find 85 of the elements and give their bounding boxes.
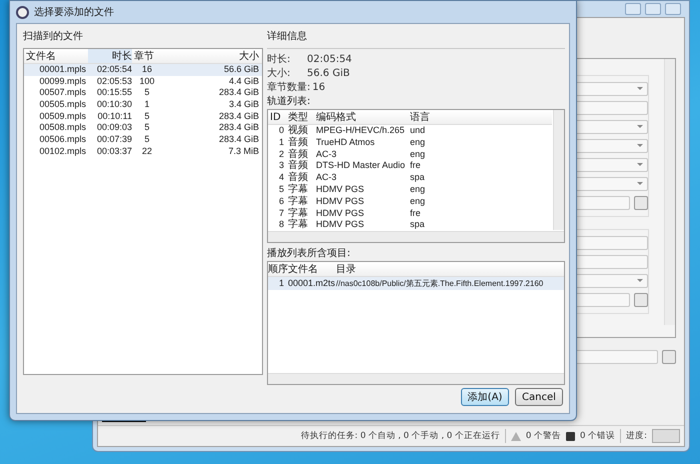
track-language: eng [410, 184, 426, 196]
file-name: 00506.mpls [38, 134, 86, 146]
track-type: 音频 [288, 160, 309, 172]
duration: 00:15:55 [96, 87, 132, 100]
section-title: 扫描到的文件 [23, 30, 84, 44]
track-id: 2 [278, 148, 284, 160]
track-type: 字幕 [288, 184, 309, 196]
track-type: 音频 [288, 172, 309, 184]
file-name: 00508.mpls [38, 122, 86, 134]
track-codec: HDMV PGS [316, 196, 366, 208]
track-language: fre [410, 160, 422, 172]
window-title: 选择要添加的文件 [34, 6, 114, 19]
track-type: 字幕 [288, 208, 309, 219]
track-codec: HDMV PGS [316, 208, 366, 220]
track-codec: HDMV PGS [316, 219, 366, 230]
track-language: spa [410, 219, 426, 230]
warning-count: 0 个警告 [526, 430, 561, 442]
duration: 00:07:39 [96, 134, 132, 146]
track-language: eng [410, 148, 426, 160]
file-name: 00509.mpls [38, 110, 86, 122]
track-codec: TrueHD Atmos [316, 136, 376, 149]
track-type: 视频 [288, 125, 309, 136]
file-size: 283.4 GiB [218, 87, 259, 100]
file-size: 283.4 GiB [218, 134, 259, 146]
chapter-count: 5 [143, 87, 150, 100]
track-language: fre [410, 208, 422, 220]
track-id: 3 [278, 160, 284, 172]
chapter-count: 22 [140, 146, 153, 158]
item-directory: //nas0c108b/Public/第五元素.The.Fifth.Element.1997.2160 [336, 278, 544, 290]
track-id: 6 [278, 196, 284, 208]
track-type: 字幕 [288, 219, 309, 230]
file-size: 7.3 MiB [227, 146, 259, 158]
file-name: 00001.mpls [38, 64, 86, 76]
track-language: eng [410, 196, 426, 208]
track-codec: AC-3 [316, 172, 338, 184]
field-value: 16 [312, 81, 326, 95]
track-codec: MPEG-H/HEVC/h.265 [316, 125, 406, 137]
chapter-count: 16 [140, 64, 153, 76]
file-name: 00099.mpls [38, 76, 86, 88]
file-size: 3.4 GiB [228, 99, 259, 111]
field-label: 大小: [267, 67, 292, 81]
tracks-label: 轨道列表: [267, 95, 312, 109]
file-size: 56.6 GiB [222, 64, 259, 76]
chapter-count: 5 [143, 134, 150, 146]
field-value: 02:05:54 [307, 53, 352, 67]
duration: 00:09:03 [96, 122, 132, 134]
field-label: 章节数量: [267, 81, 312, 95]
track-codec: HDMV PGS [316, 184, 366, 196]
duration: 02:05:54 [96, 64, 132, 76]
file-size: 283.4 GiB [218, 122, 259, 134]
duration: 02:05:53 [96, 76, 132, 88]
track-language: und [410, 125, 426, 137]
progress-label: 进度: [626, 430, 647, 442]
section-title: 详细信息 [267, 30, 565, 49]
chapter-count: 1 [143, 99, 150, 111]
file-size: 283.4 GiB [218, 110, 259, 122]
file-name: 00507.mpls [38, 87, 86, 100]
file-size: 4.4 GiB [228, 76, 259, 88]
track-type: 音频 [288, 148, 309, 160]
item-order: 1 [278, 277, 284, 290]
task-status: 待执行的任务: 0 个自动 , 0 个手动 , 0 个正在运行 [300, 430, 500, 442]
track-language: eng [410, 136, 426, 149]
track-id: 4 [278, 172, 284, 184]
duration: 00:10:30 [96, 99, 132, 111]
playlist-label: 播放列表所含项目: [267, 247, 352, 261]
track-id: 5 [278, 184, 284, 196]
track-language: spa [410, 172, 426, 184]
file-name: 00505.mpls [38, 99, 86, 111]
duration: 00:10:11 [96, 110, 132, 122]
chapter-count: 5 [143, 122, 150, 134]
track-codec: AC-3 [316, 148, 338, 160]
duration: 00:03:37 [96, 146, 132, 158]
field-label: 时长: [267, 53, 292, 67]
track-id: 0 [278, 125, 284, 137]
file-name: 00102.mpls [38, 146, 86, 158]
error-count: 0 个错误 [580, 430, 616, 442]
chapter-count: 100 [138, 76, 156, 88]
field-value: 56.6 GiB [307, 67, 350, 81]
track-id: 7 [278, 208, 284, 220]
track-type: 字幕 [288, 196, 309, 208]
track-type: 音频 [288, 136, 309, 148]
chapter-count: 5 [143, 110, 150, 122]
track-codec: DTS-HD Master Audio [316, 160, 406, 172]
track-id: 1 [278, 136, 284, 149]
track-id: 8 [278, 219, 284, 230]
